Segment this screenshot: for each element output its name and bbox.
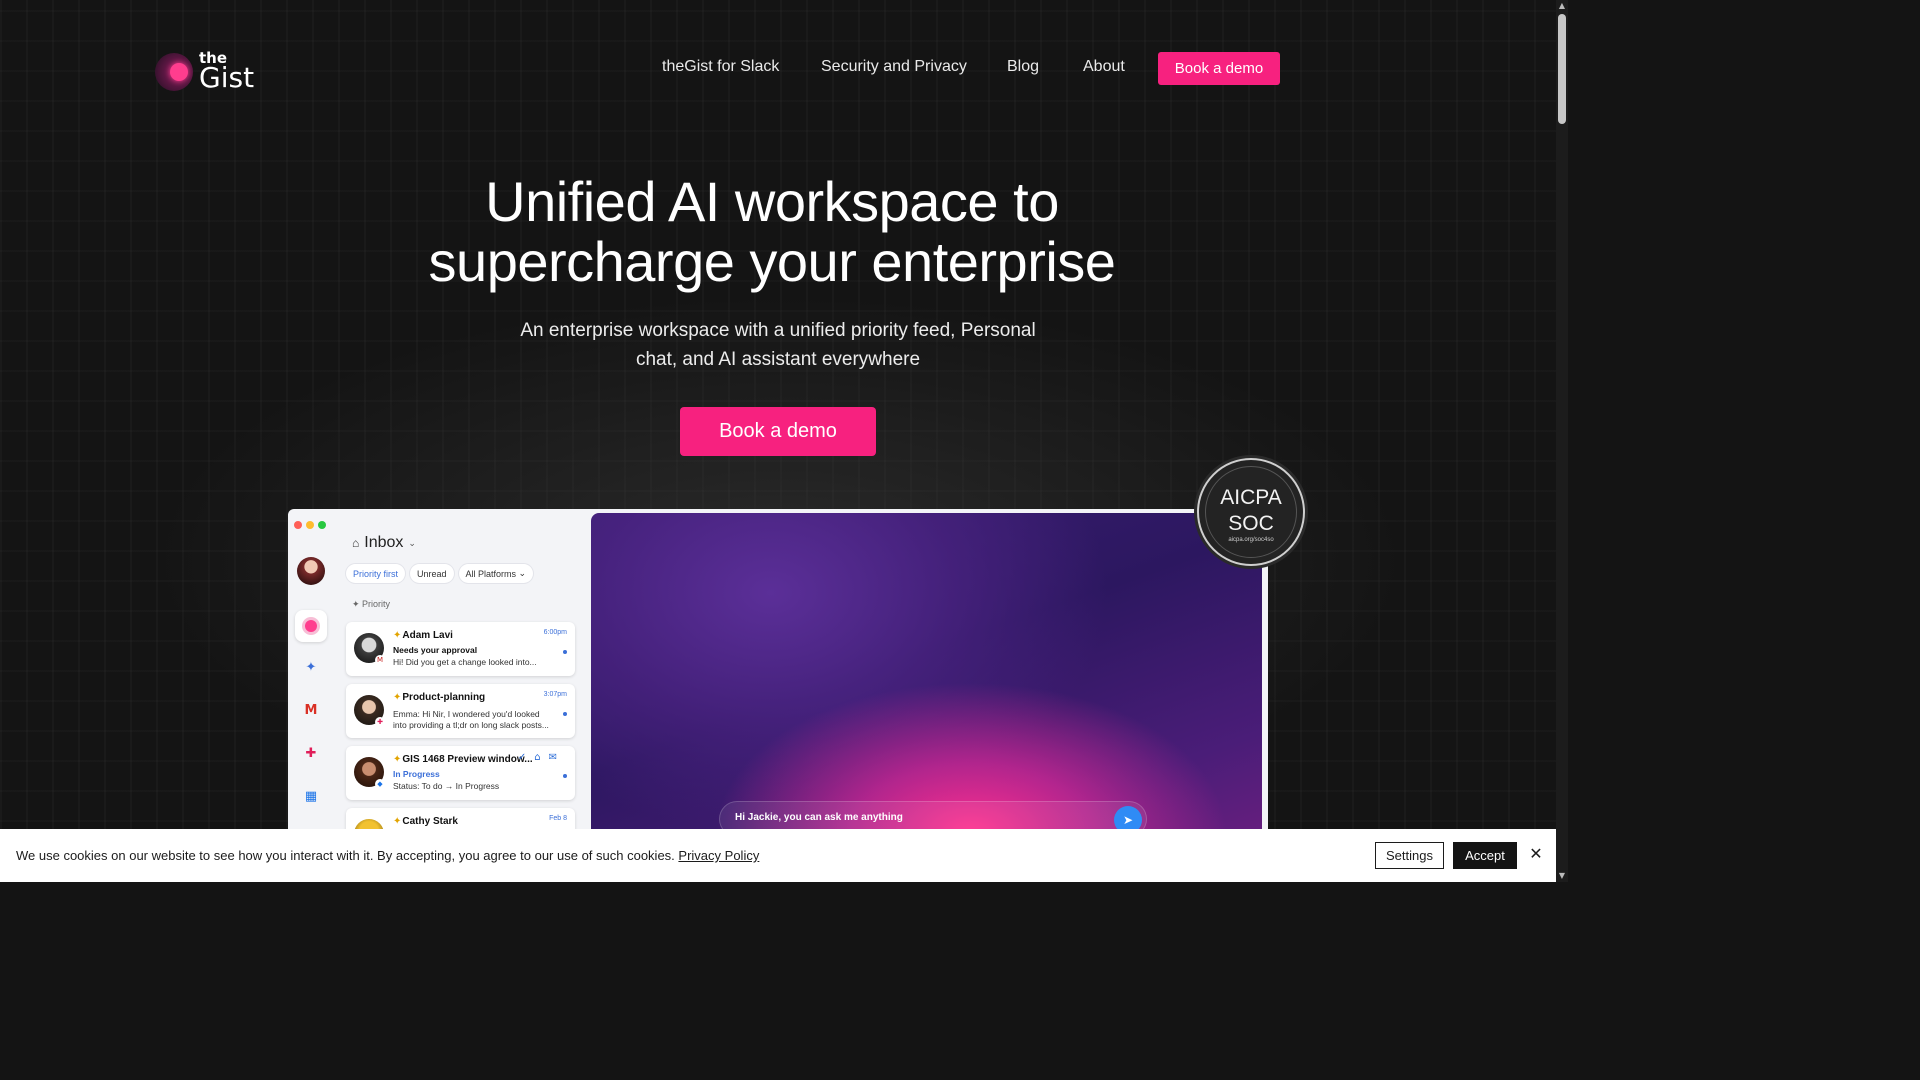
- cookie-banner: We use cookies on our website to see how…: [0, 829, 1556, 882]
- card-name-text: Product-planning: [402, 692, 486, 703]
- list-item: ✚ ✦Product-planning 3:07pm Emma: Hi Nir,…: [346, 684, 575, 738]
- privacy-policy-link[interactable]: Privacy Policy: [678, 848, 759, 863]
- card-name: ✦Adam Lavi: [393, 630, 453, 641]
- hero-subtitle-line-1: An enterprise workspace with a unified p…: [520, 320, 1036, 341]
- ask-placeholder: Hi Jackie, you can ask me anything: [735, 812, 903, 823]
- card-name-text: GIS 1468 Preview window...: [402, 754, 533, 765]
- inbox-title[interactable]: ⌂ Inbox ⌄: [352, 534, 416, 552]
- calendar-icon: ▦: [304, 789, 318, 804]
- hero-subtitle-line-2: chat, and AI assistant everywhere: [635, 349, 921, 370]
- list-item: ◆ ✦GIS 1468 Preview window... ✓⌂✉ In Pro…: [346, 746, 575, 800]
- card-line-1: Emma: Hi Nir, I wondered you'd looked: [393, 709, 540, 719]
- filter-all-platforms: All Platforms ⌄: [458, 564, 534, 583]
- hero-subtitle: An enterprise workspace with a unified p…: [484, 316, 1072, 374]
- unread-dot: [563, 712, 567, 716]
- slack-icon: ✚: [305, 746, 317, 761]
- priority-section-label: ✦ Priority: [352, 599, 391, 609]
- unread-dot: [563, 650, 567, 654]
- book-demo-header-button[interactable]: Book a demo: [1158, 52, 1280, 85]
- inbox-panel: ⌂ Inbox ⌄ Priority first Unread All Plat…: [336, 509, 588, 849]
- logo-text: the Gist: [199, 50, 255, 94]
- card-name-text: Cathy Stark: [402, 816, 458, 827]
- product-screenshot: ✦ M ✚ ▦ ⌂ Inbox ⌄ Priority first Unread …: [288, 509, 1268, 849]
- nav-link-blog[interactable]: Blog: [1007, 58, 1039, 76]
- hero-title-line-1: Unified AI workspace to: [485, 170, 1059, 233]
- book-demo-hero-button[interactable]: Book a demo: [680, 407, 876, 456]
- card-line-1: In Progress: [393, 769, 440, 779]
- card-time: 3:07pm: [543, 691, 567, 698]
- logo-text-gist: Gist: [199, 60, 255, 94]
- card-name: ✦GIS 1468 Preview window...: [393, 754, 533, 765]
- gmail-icon: M: [304, 703, 318, 718]
- cookie-message: We use cookies on our website to see how…: [16, 848, 759, 863]
- card-line-2: into providing a tl;dr on long slack pos…: [393, 720, 549, 730]
- close-icon[interactable]: ✕: [1528, 846, 1544, 862]
- nav-link-security[interactable]: Security and Privacy: [821, 58, 967, 76]
- scroll-down-icon[interactable]: ▼: [1558, 872, 1566, 880]
- badge-aicpa: AICPA: [1220, 486, 1282, 509]
- filter-priority-first: Priority first: [346, 564, 405, 583]
- badge-url: aicpa.org/soc4so: [1228, 537, 1274, 543]
- card-line-2: Hi! Did you get a change looked into...: [393, 657, 537, 667]
- card-line-2: Status: To do → In Progress: [393, 781, 500, 791]
- user-avatar: [297, 557, 325, 585]
- logo[interactable]: the Gist: [155, 48, 265, 94]
- nav-link-slack[interactable]: theGist for Slack: [662, 58, 779, 76]
- card-time: 6:00pm: [543, 629, 567, 636]
- unread-dot: [563, 774, 567, 778]
- inbox-icon: ⌂: [352, 536, 360, 550]
- filter-unread: Unread: [410, 564, 454, 583]
- cookie-message-text: We use cookies on our website to see how…: [16, 848, 675, 863]
- page-scrollbar[interactable]: ▲ ▼: [1556, 0, 1568, 882]
- gmail-badge-icon: M: [375, 655, 385, 665]
- card-actions: ✓⌂✉: [517, 752, 565, 763]
- badge-soc: SOC: [1228, 512, 1274, 535]
- inbox-title-text: Inbox: [364, 534, 404, 551]
- app-rail: ✦ M ✚ ▦: [288, 509, 332, 849]
- hero-title-line-2: supercharge your enterprise: [428, 230, 1116, 293]
- scroll-up-icon[interactable]: ▲: [1558, 2, 1566, 10]
- card-time: Feb 8: [549, 815, 567, 822]
- logo-mark-icon: [155, 51, 195, 91]
- card-name: ✦Cathy Stark: [393, 816, 458, 827]
- cookie-settings-button[interactable]: Settings: [1375, 842, 1444, 869]
- aicpa-soc-badge: AICPA SOC aicpa.org/soc4so: [1197, 458, 1305, 566]
- filter-all-platforms-label: All Platforms: [465, 568, 517, 579]
- jira-badge-icon: ◆: [375, 779, 385, 789]
- card-line-1: Needs your approval: [393, 645, 478, 655]
- sparkle-icon: ✦: [305, 660, 317, 675]
- cookie-accept-button[interactable]: Accept: [1453, 842, 1517, 869]
- card-name-text: Adam Lavi: [402, 630, 453, 641]
- hero-title: Unified AI workspace to supercharge your…: [384, 172, 1160, 292]
- priority-section-text: Priority: [362, 599, 391, 609]
- list-item: M ✦Adam Lavi 6:00pm Needs your approval …: [346, 622, 575, 676]
- chevron-down-icon: ⌄: [408, 537, 416, 548]
- gist-app-icon: [295, 610, 327, 642]
- nav-link-about[interactable]: About: [1083, 58, 1125, 76]
- scrollbar-thumb[interactable]: [1558, 14, 1566, 124]
- card-name: ✦Product-planning: [393, 692, 486, 703]
- assistant-stage: Hi Jackie, you can ask me anything ➤: [591, 513, 1262, 849]
- slack-badge-icon: ✚: [375, 717, 385, 727]
- inbox-filters: Priority first Unread All Platforms ⌄: [346, 564, 534, 583]
